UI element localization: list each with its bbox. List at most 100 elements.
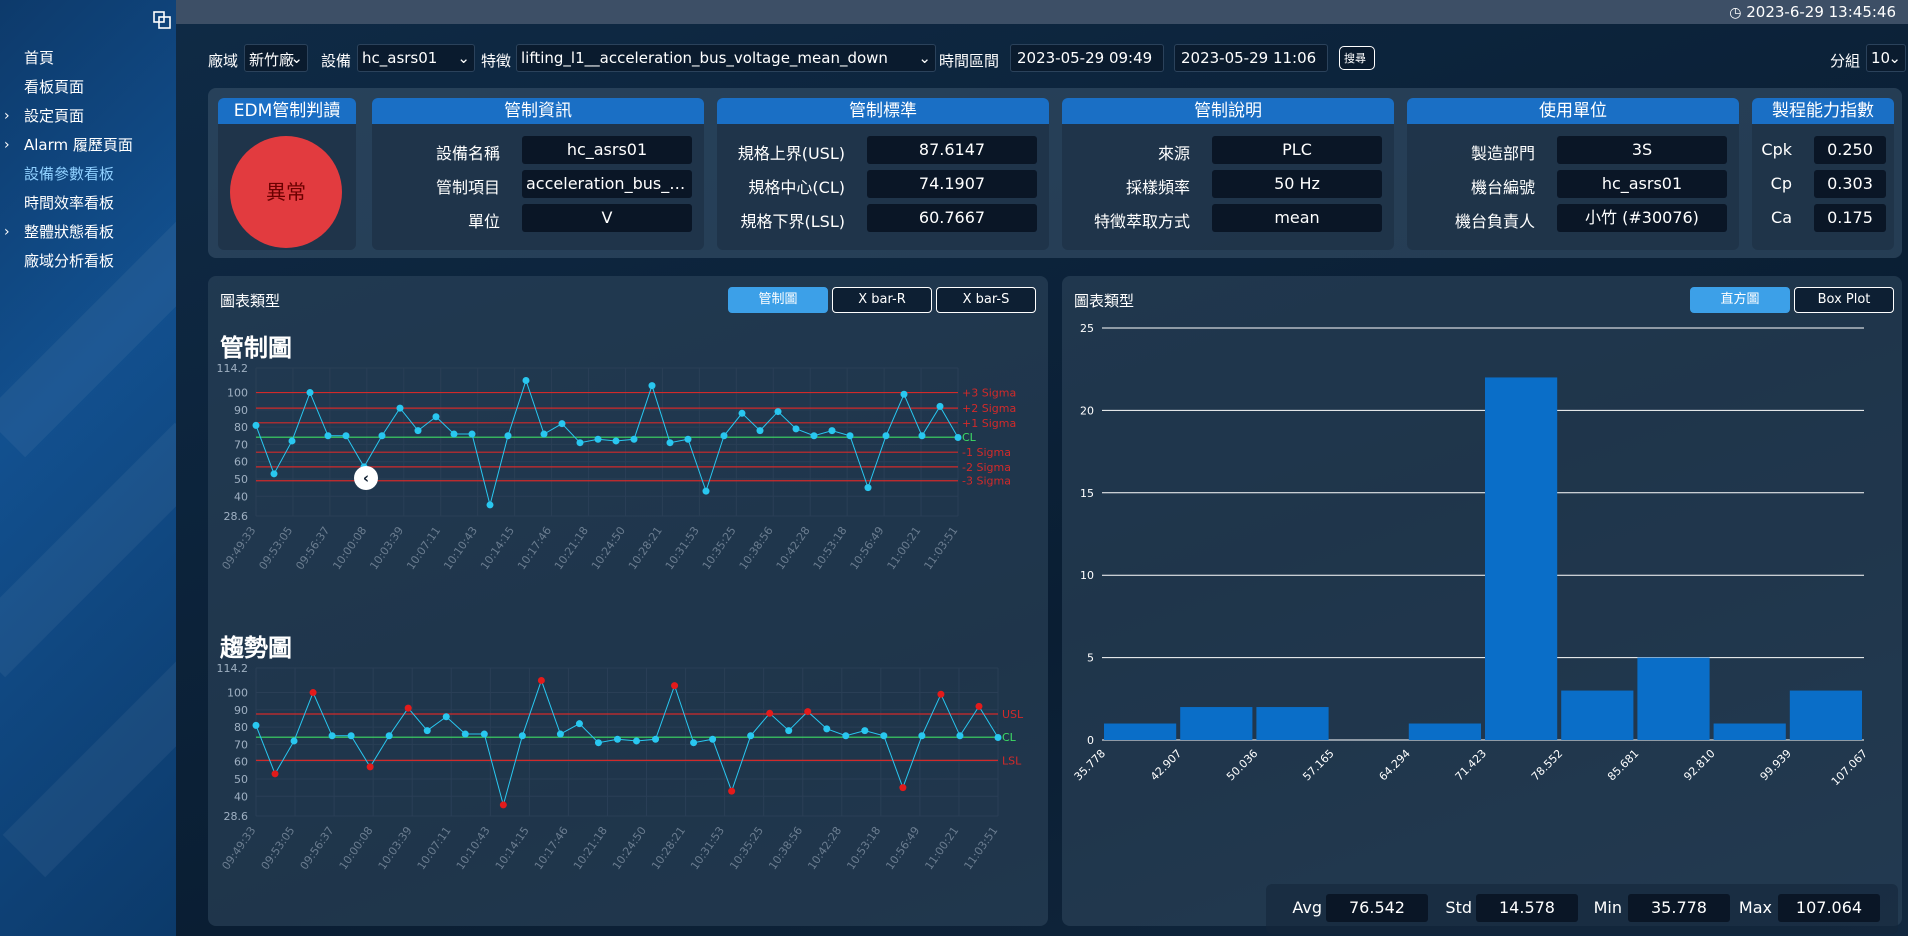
data-point (558, 420, 566, 428)
feature-select[interactable]: lifting_l1__acceleration_bus_voltage_mea… (516, 44, 936, 72)
x-tick-label: 10:00:08 (337, 824, 376, 872)
data-point (774, 408, 782, 416)
histogram-bar (1485, 377, 1558, 740)
info-value: 0.250 (1814, 136, 1886, 164)
abnormal-indicator: 異常 (230, 136, 342, 248)
info-value: 0.175 (1814, 204, 1886, 232)
tab-box-plot[interactable]: Box Plot (1794, 287, 1894, 313)
x-tick-label: 57.165 (1300, 747, 1336, 783)
info-row: 規格上界(USL) 87.6147 (717, 136, 1049, 164)
y-tick-label: 28.6 (224, 810, 249, 823)
info-label: 規格上界(USL) (737, 144, 845, 163)
y-tick-label: 100 (227, 387, 248, 400)
sidebar-toggle-icon[interactable] (152, 10, 172, 30)
x-tick-label: 99.939 (1758, 747, 1794, 783)
edm-card: EDM管制判讀 異常 (218, 98, 356, 250)
sidebar-item[interactable]: 設備參數看板 (0, 160, 176, 189)
data-point (537, 676, 545, 684)
data-point (994, 734, 1002, 742)
end-time-input[interactable]: 2023-05-29 11:06 (1174, 44, 1328, 72)
data-point (666, 439, 674, 447)
x-tick-label: 92.810 (1681, 747, 1717, 783)
control-info-title: 管制資訊 (372, 98, 704, 124)
data-point (690, 739, 698, 747)
info-label: 來源 (1157, 144, 1190, 163)
tab-control-chart[interactable]: 管制圖 (728, 287, 828, 313)
sidebar-item[interactable]: 看板頁面 (0, 73, 176, 102)
clock-icon: ◷ (1729, 5, 1742, 21)
stats-bar: Avg 76.542 Std 14.578 Min 35.778 Max 107.064 (1266, 884, 1898, 934)
info-label: 特徵萃取方式 (1093, 212, 1190, 231)
clock-text: 2023-6-29 13:45:46 (1746, 3, 1896, 21)
data-point (900, 390, 908, 398)
data-point (684, 435, 692, 443)
info-row: 規格下界(LSL) 60.7667 (717, 204, 1049, 232)
x-tick-label: 10:56:49 (848, 524, 887, 572)
control-info-card: 管制資訊 設備名稱 hc_asrs01 管制項目 acceleration_bus_vo… (372, 98, 704, 250)
x-tick-label: 10:28:21 (649, 824, 688, 872)
data-point (810, 432, 818, 440)
chevron-right-icon: › (4, 108, 10, 124)
x-tick-label: 10:42:28 (805, 824, 844, 872)
info-row: 採樣頻率 50 Hz (1062, 170, 1394, 198)
data-point (347, 732, 355, 740)
x-tick-label: 10:17:46 (532, 824, 571, 872)
x-tick-label: 09:56:37 (293, 524, 332, 572)
chevron-down-icon: ⌄ (918, 49, 931, 67)
data-point (652, 735, 660, 743)
x-tick-label: 10:31:53 (688, 824, 727, 872)
tab-xbar-s[interactable]: X bar-S (936, 287, 1036, 313)
data-point (522, 376, 530, 384)
info-label: Cpk (1761, 140, 1792, 159)
sidebar-item[interactable]: 首頁 (0, 44, 176, 73)
data-point (785, 727, 793, 735)
series-line (255, 678, 999, 807)
data-point (954, 434, 962, 442)
tab-xbar-r[interactable]: X bar-R (832, 287, 932, 313)
sidebar-item[interactable]: › Alarm 履歷頁面 (0, 131, 176, 160)
chevron-right-icon: › (4, 224, 10, 240)
data-point (956, 732, 964, 740)
sidebar-item[interactable]: › 整體狀態看板 (0, 218, 176, 247)
data-point (882, 432, 890, 440)
data-point (864, 484, 872, 492)
group-select[interactable]: 10 ⌄ (1866, 44, 1906, 72)
data-point (404, 704, 412, 712)
x-tick-label: 09:53:05 (259, 824, 298, 872)
device-select-value: hc_asrs01 (362, 49, 438, 67)
data-point (450, 430, 458, 438)
site-select-value: 新竹廠 (249, 51, 295, 69)
clock: ◷ 2023-6-29 13:45:46 (1729, 3, 1896, 21)
info-value: mean (1212, 204, 1382, 232)
data-point (385, 732, 393, 740)
x-tick-label: 10:00:08 (330, 524, 369, 572)
reference-line-label: +1 Sigma (962, 417, 1016, 430)
start-time-input[interactable]: 2023-05-29 09:49 (1010, 44, 1164, 72)
device-select[interactable]: hc_asrs01 ⌄ (357, 44, 475, 72)
sidebar-item[interactable]: 時間效率看板 (0, 189, 176, 218)
y-tick-label: 114.2 (217, 362, 249, 375)
x-tick-label: 10:07:11 (415, 824, 454, 872)
data-point (594, 739, 602, 747)
reference-line-label: +2 Sigma (962, 402, 1016, 415)
data-point (290, 737, 298, 745)
collapse-sidebar-button[interactable]: ‹ (354, 466, 378, 490)
y-tick-label: 10 (1080, 569, 1094, 582)
y-tick-label: 50 (234, 473, 248, 486)
data-point (828, 427, 836, 435)
search-button[interactable]: 搜尋 (1339, 46, 1375, 70)
x-tick-label: 10:14:15 (493, 824, 532, 872)
site-select[interactable]: 新竹廠 ⌄ (244, 44, 308, 72)
sidebar-item[interactable]: › 設定頁面 (0, 102, 176, 131)
y-tick-label: 90 (234, 404, 248, 417)
histogram-bar (1713, 723, 1786, 740)
tab-histogram[interactable]: 直方圖 (1690, 287, 1790, 313)
sidebar-item[interactable]: 廠域分析看板 (0, 247, 176, 276)
capability-title: 製程能力指數 (1752, 98, 1894, 124)
chevron-down-icon: ⌄ (290, 49, 303, 67)
data-point (461, 730, 469, 738)
reference-line-label: CL (962, 431, 977, 444)
x-tick-label: 09:53:05 (256, 524, 295, 572)
data-point (540, 430, 548, 438)
y-tick-label: 5 (1087, 652, 1094, 665)
